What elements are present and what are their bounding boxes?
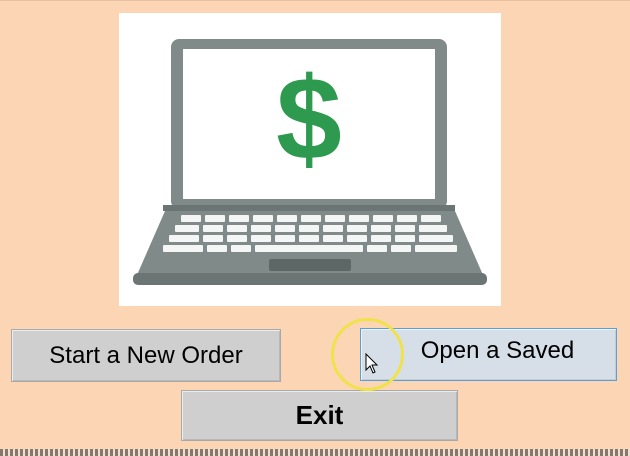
open-saved-order-label: Open a Saved: [420, 337, 575, 364]
start-new-order-label: Start a New Order: [49, 341, 243, 369]
main-window: $ Start a New Order Open a Saved Exit: [0, 0, 630, 456]
exit-label: Exit: [295, 400, 344, 430]
hero-image: $: [119, 13, 501, 306]
dollar-symbol: $: [276, 53, 342, 185]
laptop-dollar-icon: $: [133, 39, 487, 285]
exit-button[interactable]: Exit: [181, 390, 458, 441]
open-saved-order-button[interactable]: Open a Saved: [360, 328, 617, 381]
start-new-order-button[interactable]: Start a New Order: [11, 329, 281, 382]
